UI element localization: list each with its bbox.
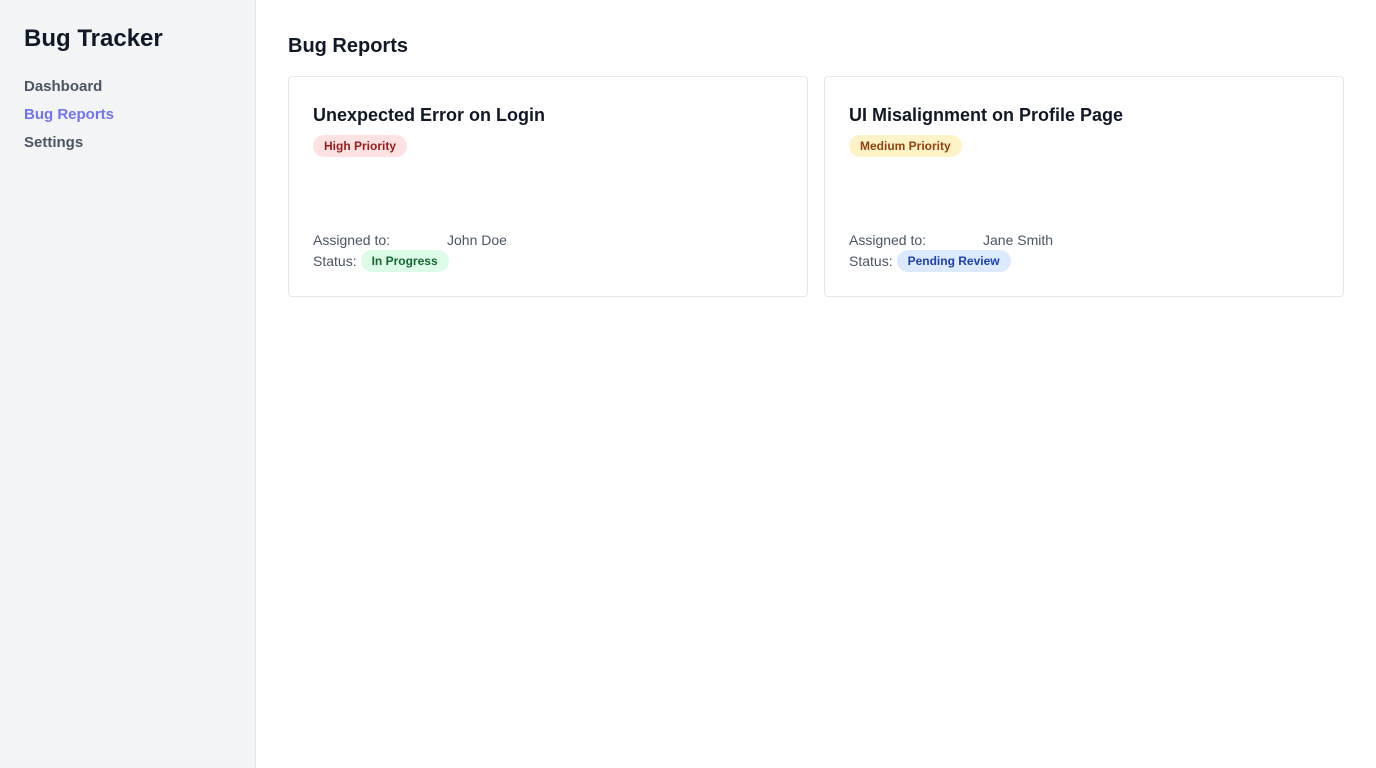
assignee-name: John Doe [447,232,507,248]
app-container: Bug Tracker Dashboard Bug Reports Settin… [0,0,1376,768]
bug-meta: Assigned to: Jane Smith Status: Pending … [849,230,1053,272]
sidebar-item-bug-reports[interactable]: Bug Reports [24,101,231,129]
status-badge: Pending Review [896,250,1011,272]
priority-badge: Medium Priority [849,135,962,157]
status-label: Status: [849,253,893,269]
assignee-name: Jane Smith [983,232,1054,248]
sidebar-item-dashboard[interactable]: Dashboard [24,73,231,101]
bug-title: Unexpected Error on Login [313,105,546,125]
sidebar-nav: Dashboard Bug Reports Settings [24,73,231,157]
priority-badge: High Priority [313,135,408,157]
app-title: Bug Tracker [24,25,163,52]
status-label: Status: [313,253,357,269]
sidebar-item-settings[interactable]: Settings [24,129,231,157]
status-badge: In Progress [360,250,449,272]
status-row: Status: Pending Review [849,250,1053,272]
assigned-label: Assigned to: [313,232,391,248]
assigned-label: Assigned to: [849,232,927,248]
page-title: Bug Reports [288,35,408,57]
bug-card[interactable]: Unexpected Error on Login High Priority … [288,76,808,297]
bug-title: UI Misalignment on Profile Page [849,105,1124,125]
status-row: Status: In Progress [313,250,507,272]
assigned-row: Assigned to: Jane Smith [849,230,1053,250]
main-content: Bug Reports Unexpected Error on Login Hi… [256,0,1376,768]
bug-meta: Assigned to: John Doe Status: In Progres… [313,230,507,272]
sidebar: Bug Tracker Dashboard Bug Reports Settin… [0,0,256,768]
bug-card-grid: Unexpected Error on Login High Priority … [288,76,1344,297]
assigned-row: Assigned to: John Doe [313,230,507,250]
bug-card[interactable]: UI Misalignment on Profile Page Medium P… [824,76,1344,297]
